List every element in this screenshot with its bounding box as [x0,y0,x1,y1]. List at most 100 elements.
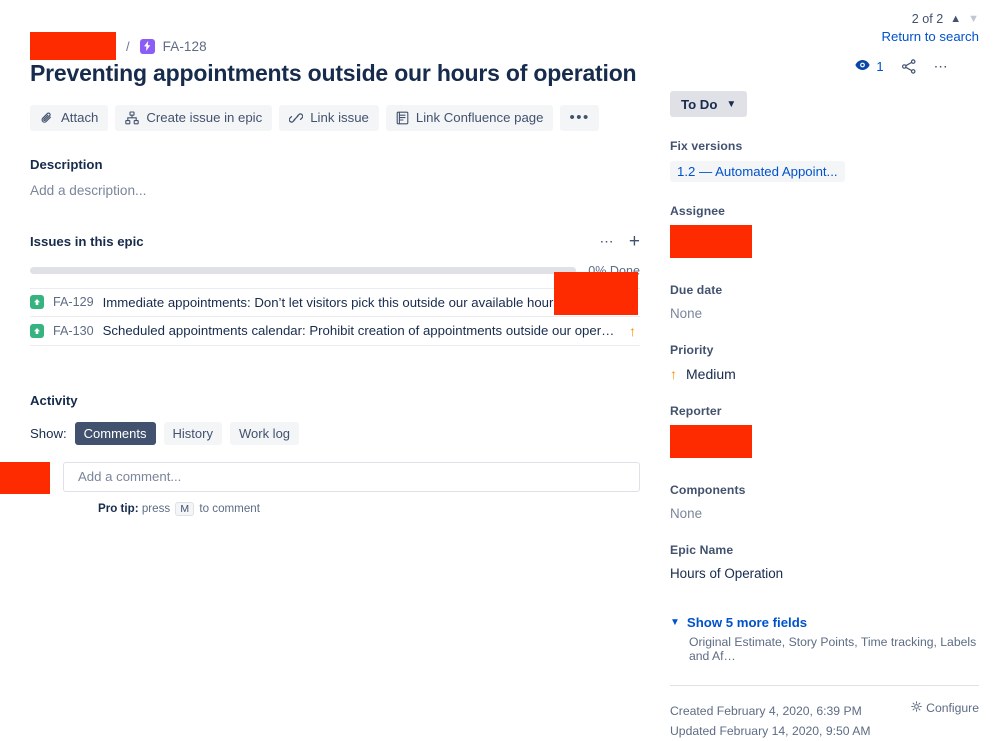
more-options-icon[interactable]: ⋯ [934,59,949,73]
status-label: To Do [681,96,718,112]
story-type-icon [30,323,44,338]
protip-text-1: press [141,501,171,515]
chevron-down-icon[interactable]: ▼ [968,13,979,25]
page-title[interactable]: Preventing appointments outside our hour… [30,60,640,88]
components-label: Components [670,483,746,497]
chevron-up-icon[interactable]: ▲ [950,13,961,25]
configure-label: Configure [926,701,979,715]
issue-nav-count: 2 of 2 [911,12,944,26]
assignee-label: Assignee [670,204,725,218]
show-more-fields-button[interactable]: ▼ Show 5 more fields [670,615,979,630]
comment-input-wrapper[interactable] [63,461,640,492]
epic-progress: 0% Done [30,264,640,278]
status-badge[interactable]: To Do ▼ [670,91,748,117]
due-date-label: Due date [670,283,723,297]
priority-medium-up-icon: ↑ [629,322,636,339]
description-section: Description Add a description... [30,157,640,198]
components-value[interactable]: None [670,506,979,521]
show-more-fields-label: Show 5 more fields [686,615,808,630]
description-heading: Description [30,156,103,172]
updated-date: Updated February 14, 2020, 9:50 AM [670,724,871,739]
action-toolbar: Attach Create issue in epic Link issue L… [30,104,640,131]
tab-history[interactable]: History [163,421,222,445]
chevron-down-icon: ▼ [670,617,680,628]
chevron-down-icon: ▼ [726,98,737,110]
epic-bolt-icon [139,38,155,54]
issues-in-epic-header: Issues in this epic ⋯ + [30,232,640,251]
field-fix-versions: Fix versions 1.2 — Automated Appoint... [670,139,979,182]
attach-button[interactable]: Attach [30,104,109,131]
epic-progress-bar [30,267,577,275]
epic-issue-key[interactable]: FA-129 [53,295,94,309]
confluence-page-icon [396,111,409,125]
epic-name-label: Epic Name [670,543,734,557]
description-placeholder[interactable]: Add a description... [30,183,640,198]
issue-navigator: 2 of 2 ▲ ▼ [670,0,979,26]
add-comment-row [0,461,640,494]
more-actions-button[interactable]: ••• [560,104,599,131]
story-type-icon [30,295,44,310]
watch-count: 1 [876,58,884,74]
assignee-value-redacted[interactable] [670,225,752,258]
field-assignee: Assignee [670,204,979,261]
issue-sidebar: 2 of 2 ▲ ▼ Return to search 1 ⋯ To Do ▼ … [660,0,999,738]
add-issue-to-epic-icon[interactable]: + [629,232,640,251]
eye-watch-icon [855,58,870,74]
reporter-value-redacted[interactable] [670,425,752,458]
link-issue-button[interactable]: Link issue [279,104,379,131]
issue-detail-page: / FA-128 Preventing appointments outside… [0,0,999,738]
breadcrumb: / FA-128 [30,0,640,60]
epic-assignee-redacted [554,272,638,315]
field-reporter: Reporter [670,404,979,461]
epic-issue-list: FA-129 Immediate appointments: Don’t let… [30,287,640,346]
show-more-fields-section: ▼ Show 5 more fields Original Estimate, … [670,615,979,663]
share-icon[interactable] [901,58,917,74]
table-row[interactable]: FA-129 Immediate appointments: Don’t let… [30,287,640,317]
avatar[interactable] [0,461,50,494]
epic-issue-summary[interactable]: Immediate appointments: Don’t let visito… [103,295,620,310]
activity-filter-row: Show: Comments History Work log [30,421,640,445]
link-issue-label: Link issue [310,110,369,126]
reporter-label: Reporter [670,404,722,418]
link-confluence-page-label: Link Confluence page [415,110,544,126]
epic-options-icon[interactable]: ⋯ [599,234,614,248]
gear-icon [911,701,922,715]
issue-main-column: / FA-128 Preventing appointments outside… [0,0,660,634]
comment-protip: Pro tip: press M to comment [98,501,640,516]
activity-heading: Activity [30,392,78,408]
field-components: Components None [670,483,979,521]
issue-footer: Created February 4, 2020, 6:39 PM Update… [670,701,979,741]
due-date-value[interactable]: None [670,306,979,321]
issues-in-epic-section: Issues in this epic ⋯ + 0% Done FA-129 I… [30,232,640,346]
create-issue-in-epic-button[interactable]: Create issue in epic [115,104,273,131]
field-due-date: Due date None [670,283,979,321]
configure-button[interactable]: Configure [911,701,979,715]
breadcrumb-issue-key[interactable]: FA-128 [163,39,207,54]
priority-medium-up-icon: ↑ [670,366,677,382]
return-to-search-link[interactable]: Return to search [670,29,980,44]
created-date: Created February 4, 2020, 6:39 PM [670,704,862,718]
breadcrumb-project-redacted[interactable] [30,32,116,60]
watch-toggle[interactable]: 1 [855,58,884,74]
priority-label: Priority [670,343,714,357]
epic-name-value[interactable]: Hours of Operation [670,566,979,581]
attach-button-label: Attach [61,110,99,126]
field-epic-name: Epic Name Hours of Operation [670,543,979,581]
priority-value-row[interactable]: ↑ Medium [670,366,979,382]
protip-text-2: to comment [199,501,260,515]
epic-issue-summary[interactable]: Scheduled appointments calendar: Prohibi… [103,323,620,338]
issues-in-epic-heading: Issues in this epic [30,233,144,249]
tab-comments[interactable]: Comments [74,421,156,445]
tab-work-log[interactable]: Work log [229,421,300,445]
fix-version-value[interactable]: 1.2 — Automated Appoint... [670,161,845,182]
table-row[interactable]: FA-130 Scheduled appointments calendar: … [30,317,640,346]
show-more-fields-summary: Original Estimate, Story Points, Time tr… [689,635,977,663]
epic-issue-key[interactable]: FA-130 [53,324,94,338]
link-confluence-page-button[interactable]: Link Confluence page [385,104,554,131]
comment-input[interactable] [76,468,627,486]
protip-prefix: Pro tip: [98,501,139,515]
activity-show-label: Show: [30,425,67,441]
hierarchy-icon [125,111,140,125]
divider [670,685,979,686]
priority-value: Medium [686,366,736,382]
